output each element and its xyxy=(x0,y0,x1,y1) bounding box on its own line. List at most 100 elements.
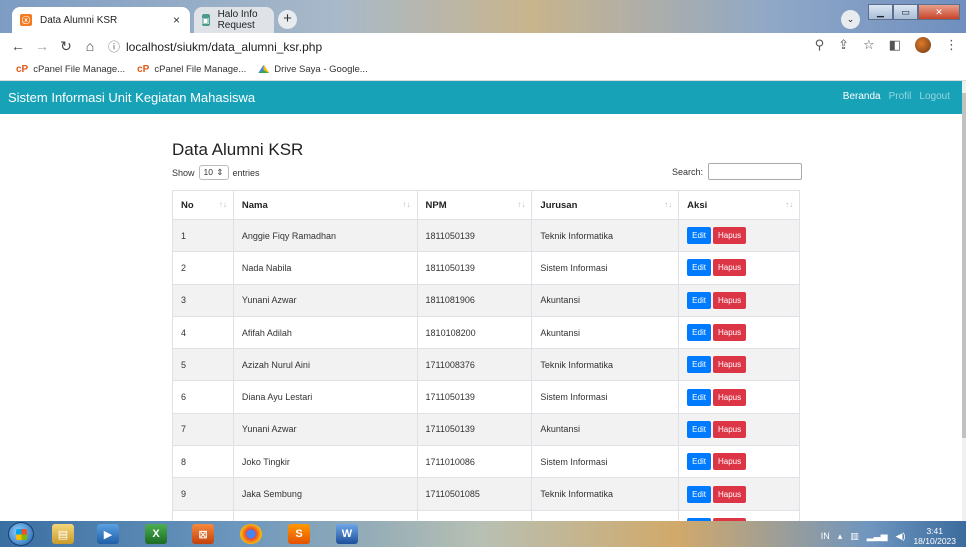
share-icon[interactable]: ⇪ xyxy=(838,37,849,53)
page-scrollbar-thumb[interactable] xyxy=(962,93,966,438)
sort-icon: ↑↓ xyxy=(517,200,526,209)
new-tab-button[interactable]: + xyxy=(278,10,297,29)
site-brand[interactable]: Sistem Informasi Unit Kegiatan Mahasiswa xyxy=(8,90,255,105)
cell-nama: Azizah Nurul Aini xyxy=(232,348,418,382)
bookmark-cpanel-2[interactable]: cP cPanel File Manage... xyxy=(137,64,246,75)
show-label: Show xyxy=(172,167,195,178)
tab-halo-info-request[interactable]: ▣ Halo Info Request xyxy=(194,7,274,33)
cell-nama: Yunani Azwar xyxy=(232,283,418,317)
bookmark-google-drive[interactable]: Drive Saya - Google... xyxy=(258,64,368,75)
column-header-no[interactable]: No ↑↓ xyxy=(172,190,234,220)
table-header-row: No ↑↓ Nama ↑↓ NPM ↑↓ Jurusan ↑↓ Aksi ↑↓ xyxy=(172,190,800,220)
cell-aksi: EditHapus xyxy=(678,380,800,414)
url-text: localhost/siukm/data_alumni_ksr.php xyxy=(126,39,323,54)
url-field[interactable]: ⓘ localhost/siukm/data_alumni_ksr.php xyxy=(108,38,322,55)
bookmark-cpanel-1[interactable]: cP cPanel File Manage... xyxy=(16,64,125,75)
clock-time: 3:41 xyxy=(926,526,943,536)
info-icon[interactable]: ⓘ xyxy=(108,40,120,54)
close-window-button[interactable]: ✕ xyxy=(918,4,960,20)
cell-nama: Yunani Azwar xyxy=(232,412,418,447)
delete-button[interactable]: Hapus xyxy=(712,356,747,374)
edit-button[interactable]: Edit xyxy=(687,227,711,245)
site-navbar: Sistem Informasi Unit Kegiatan Mahasiswa… xyxy=(0,81,962,114)
page-icon: ▣ xyxy=(202,14,210,26)
edit-button[interactable]: Edit xyxy=(687,453,711,471)
entries-value: 10 xyxy=(203,167,213,177)
sort-icon: ↑↓ xyxy=(664,200,673,209)
nav-link-beranda[interactable]: Beranda xyxy=(843,91,881,102)
chrome-icon[interactable] xyxy=(240,524,262,544)
column-header-npm[interactable]: NPM ↑↓ xyxy=(416,190,533,220)
network-icon[interactable]: ▥ xyxy=(850,531,859,542)
table-row: 3 Yunani Azwar 1811081906 Akuntansi Edit Hapu… xyxy=(172,283,800,317)
tray-expand-icon[interactable]: ▴ xyxy=(838,531,843,542)
bookmark-label: cPanel File Manage... xyxy=(154,64,247,75)
entries-length-control: Show 10 ⇕ entries xyxy=(172,165,260,180)
close-icon[interactable]: × xyxy=(173,13,180,27)
edit-button[interactable]: Edit xyxy=(687,291,711,309)
forward-icon[interactable]: → xyxy=(30,38,54,54)
edit-button[interactable]: Edit xyxy=(687,388,711,406)
cell-no: 9 xyxy=(172,477,234,511)
edit-button[interactable]: Edit xyxy=(687,259,711,277)
cell-npm: 1711050139 xyxy=(416,380,533,414)
tab-search-button[interactable]: ⌄ xyxy=(841,10,860,29)
sort-icon: ↑↓ xyxy=(785,200,793,209)
xampp-icon[interactable]: ⊠ xyxy=(192,524,214,544)
cell-aksi: EditHapus xyxy=(678,477,800,511)
cell-npm: 1811081906 xyxy=(416,283,533,317)
nav-link-profil[interactable]: Profil xyxy=(889,91,912,102)
delete-button[interactable]: Hapus xyxy=(712,291,747,309)
updown-icon: ⇕ xyxy=(216,167,224,177)
cell-nama: Diana Ayu Lestari xyxy=(232,380,418,414)
zoom-icon[interactable]: ⚲ xyxy=(815,37,825,53)
minimize-button[interactable]: ▁ xyxy=(868,4,893,20)
back-icon[interactable]: ← xyxy=(6,38,30,54)
side-panel-icon[interactable]: ◧ xyxy=(889,37,901,53)
column-header-jurusan[interactable]: Jurusan ↑↓ xyxy=(531,190,680,220)
entries-label: entries xyxy=(232,167,260,178)
volume-icon[interactable]: ◀) xyxy=(896,531,906,542)
column-header-nama[interactable]: Nama ↑↓ xyxy=(232,190,418,220)
start-button[interactable] xyxy=(8,522,34,546)
delete-button[interactable]: Hapus xyxy=(712,259,747,277)
delete-button[interactable]: Hapus xyxy=(712,453,747,471)
edit-button[interactable]: Edit xyxy=(687,420,711,438)
sublime-icon[interactable]: S xyxy=(288,524,310,544)
edit-button[interactable]: Edit xyxy=(687,356,711,374)
language-indicator[interactable]: IN xyxy=(821,531,830,541)
cell-npm: 1811050139 xyxy=(416,218,533,253)
header-label: Jurusan xyxy=(540,199,578,211)
maximize-button[interactable]: ▭ xyxy=(893,4,918,20)
signal-icon[interactable]: ▂▃▅ xyxy=(867,531,888,542)
cell-aksi: EditHapus xyxy=(678,412,800,447)
entries-select[interactable]: 10 ⇕ xyxy=(198,165,229,180)
reload-icon[interactable]: ↻ xyxy=(54,38,78,55)
clock[interactable]: 3:41 18/10/2023 xyxy=(913,526,956,546)
edit-button[interactable]: Edit xyxy=(687,485,711,503)
delete-button[interactable]: Hapus xyxy=(712,324,747,342)
bookmark-star-icon[interactable]: ☆ xyxy=(863,37,875,53)
menu-icon[interactable]: ⋮ xyxy=(945,37,958,53)
delete-button[interactable]: Hapus xyxy=(712,388,747,406)
delete-button[interactable]: Hapus xyxy=(712,420,747,438)
home-icon[interactable]: ⌂ xyxy=(78,38,102,54)
cell-npm: 1811050139 xyxy=(416,251,533,285)
tab-label: Data Alumni KSR xyxy=(40,14,118,26)
cell-no: 7 xyxy=(172,412,234,447)
search-input[interactable] xyxy=(708,163,803,180)
browser-tabstrip: ⓧ Data Alumni KSR × ▣ Halo Info Request … xyxy=(0,0,966,33)
explorer-icon[interactable]: ▤ xyxy=(52,524,74,544)
edit-button[interactable]: Edit xyxy=(687,324,711,342)
nav-link-logout[interactable]: Logout xyxy=(919,91,950,102)
cell-jurusan: Akuntansi xyxy=(531,412,680,447)
profile-avatar[interactable] xyxy=(915,37,931,53)
window-controls: ⌄ ▁ ▭ ✕ xyxy=(841,4,960,29)
column-header-aksi[interactable]: Aksi ↑↓ xyxy=(678,190,800,220)
media-player-icon[interactable]: ▶ xyxy=(97,524,119,544)
delete-button[interactable]: Hapus xyxy=(712,227,747,245)
word-icon[interactable]: W xyxy=(336,524,358,544)
delete-button[interactable]: Hapus xyxy=(712,485,747,503)
excel-icon[interactable]: X xyxy=(145,524,167,544)
tab-data-alumni-ksr[interactable]: ⓧ Data Alumni KSR × xyxy=(12,7,190,33)
